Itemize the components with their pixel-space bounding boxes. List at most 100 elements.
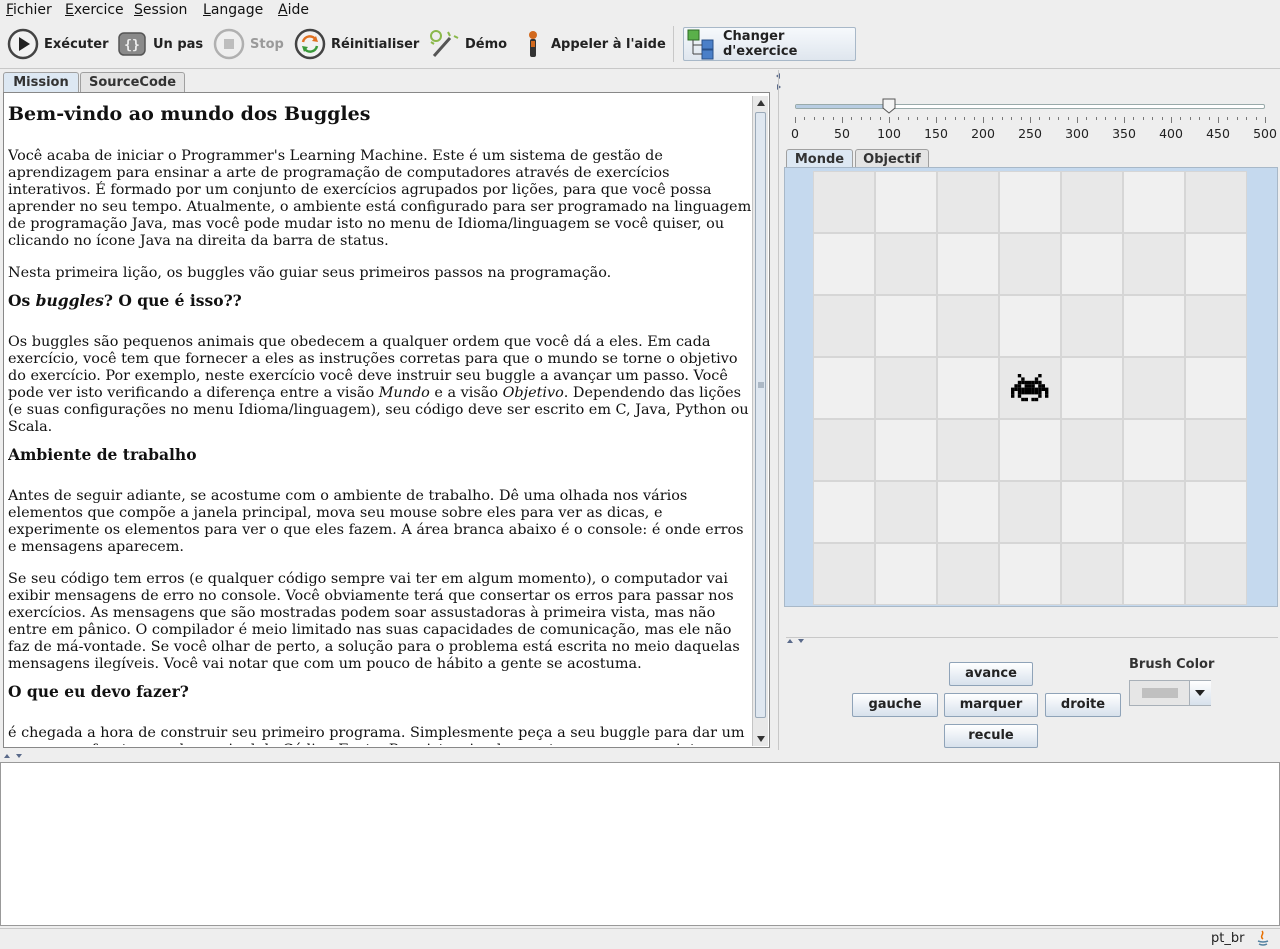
change-exercise-inner[interactable]: Changer d'exercice [686, 28, 855, 60]
console-output[interactable] [0, 762, 1280, 926]
world-cell[interactable] [937, 357, 999, 419]
scroll-up-arrow-icon[interactable] [756, 99, 766, 107]
brush-color-label: Brush Color [1129, 657, 1215, 672]
dropdown-button[interactable] [1189, 681, 1211, 705]
world-cell[interactable] [813, 233, 875, 295]
tab-sourcecode[interactable]: SourceCode [80, 72, 185, 92]
world-cell[interactable] [937, 419, 999, 481]
magic-wand-icon [428, 28, 460, 60]
world-cell[interactable] [875, 357, 937, 419]
help-button[interactable]: Appeler à l'aide [520, 26, 666, 62]
tab-monde[interactable]: Monde [786, 149, 853, 169]
world-cell[interactable] [937, 481, 999, 543]
world-cell[interactable] [999, 543, 1061, 605]
step-button[interactable]: {} Un pas [116, 26, 203, 62]
split-arrows-icon[interactable] [786, 637, 806, 645]
world-cell[interactable] [1061, 419, 1123, 481]
turn-right-button[interactable]: droite [1045, 693, 1121, 717]
world-cell[interactable] [1061, 233, 1123, 295]
world-cell[interactable] [875, 543, 937, 605]
world-cell[interactable] [1061, 481, 1123, 543]
slider-tick [907, 117, 909, 120]
world-cell[interactable] [999, 295, 1061, 357]
tab-objectif[interactable]: Objectif [855, 149, 929, 169]
mission-paragraph: Antes de seguir adiante, se acostume com… [8, 488, 744, 555]
demo-button[interactable]: Démo [428, 26, 507, 62]
scrollbar-thumb[interactable] [755, 112, 766, 718]
vertical-split-divider[interactable] [774, 70, 783, 750]
world-cell[interactable] [1123, 481, 1185, 543]
world-cell[interactable] [1123, 295, 1185, 357]
world-cell[interactable] [875, 233, 937, 295]
stop-button[interactable]: Stop [213, 26, 284, 62]
speed-slider-track[interactable] [795, 104, 1265, 109]
split-arrows-icon[interactable] [3, 752, 25, 760]
world-cell[interactable] [1123, 419, 1185, 481]
slider-tick [1227, 117, 1229, 120]
world-cell[interactable] [1061, 357, 1123, 419]
world-cell[interactable] [937, 233, 999, 295]
menu-fichier[interactable]: Fichier [6, 2, 52, 18]
slider-tick [1152, 117, 1154, 120]
back-button[interactable]: recule [944, 724, 1038, 748]
world-cell[interactable] [1185, 233, 1247, 295]
menu-exercice[interactable]: Exercice [65, 2, 124, 18]
java-icon[interactable] [1256, 930, 1270, 947]
world-cell[interactable] [1185, 171, 1247, 233]
horizontal-split-divider[interactable] [0, 750, 1280, 762]
brush-color-select[interactable] [1129, 680, 1211, 706]
slider-tick [1255, 117, 1257, 120]
reset-button[interactable]: Réinitialiser [294, 26, 419, 62]
menu-langage[interactable]: Langage [203, 2, 263, 18]
mission-paragraph: Os buggles são pequenos animais que obed… [8, 334, 749, 435]
change-exercise-button[interactable]: Changer d'exercice [683, 27, 856, 61]
world-cell[interactable] [937, 295, 999, 357]
locale-indicator[interactable]: pt_br [1211, 931, 1244, 946]
forward-button[interactable]: avance [949, 662, 1033, 686]
world-cell[interactable] [999, 233, 1061, 295]
world-cell[interactable] [1061, 543, 1123, 605]
world-cell[interactable] [813, 481, 875, 543]
world-cell[interactable] [999, 481, 1061, 543]
execute-button[interactable]: Exécuter [7, 26, 109, 62]
menu-session[interactable]: Session [134, 2, 187, 18]
world-cell[interactable] [1185, 419, 1247, 481]
world-cell[interactable] [875, 171, 937, 233]
world-cell[interactable] [813, 295, 875, 357]
world-cell[interactable] [1123, 543, 1185, 605]
world-cell[interactable] [813, 357, 875, 419]
mission-scrollbar[interactable] [752, 96, 768, 746]
world-cell[interactable] [875, 295, 937, 357]
reset-label: Réinitialiser [331, 36, 420, 52]
world-cell[interactable] [1123, 357, 1185, 419]
world-cell[interactable] [1123, 233, 1185, 295]
scroll-down-arrow-icon[interactable] [756, 735, 766, 743]
world-cell[interactable] [1123, 171, 1185, 233]
world-cell[interactable] [937, 543, 999, 605]
tab-mission[interactable]: Mission [3, 72, 79, 92]
world-cell[interactable] [1185, 481, 1247, 543]
mission-paragraph: Nesta primeira lição, os buggles vão gui… [8, 265, 612, 281]
world-cell[interactable] [937, 171, 999, 233]
right-split-divider[interactable] [786, 637, 1278, 638]
world-cell[interactable] [875, 419, 937, 481]
slider-tick [1133, 117, 1135, 120]
world-cell[interactable] [813, 171, 875, 233]
world-cell[interactable] [1061, 171, 1123, 233]
mark-button[interactable]: marquer [944, 693, 1038, 717]
menu-aide[interactable]: Aide [278, 2, 309, 18]
speed-slider-thumb[interactable] [882, 98, 896, 114]
world-cell[interactable] [875, 481, 937, 543]
world-cell[interactable] [813, 419, 875, 481]
world-cell[interactable] [813, 543, 875, 605]
svg-text:{}: {} [124, 38, 140, 53]
slider-tick-label: 250 [1018, 126, 1042, 141]
world-cell[interactable] [1185, 357, 1247, 419]
world-cell[interactable] [1185, 295, 1247, 357]
turn-left-button[interactable]: gauche [852, 693, 938, 717]
world-cell[interactable] [1061, 295, 1123, 357]
world-cell[interactable] [1185, 543, 1247, 605]
slider-tick [1077, 117, 1078, 123]
world-cell[interactable] [999, 171, 1061, 233]
world-cell[interactable] [999, 419, 1061, 481]
